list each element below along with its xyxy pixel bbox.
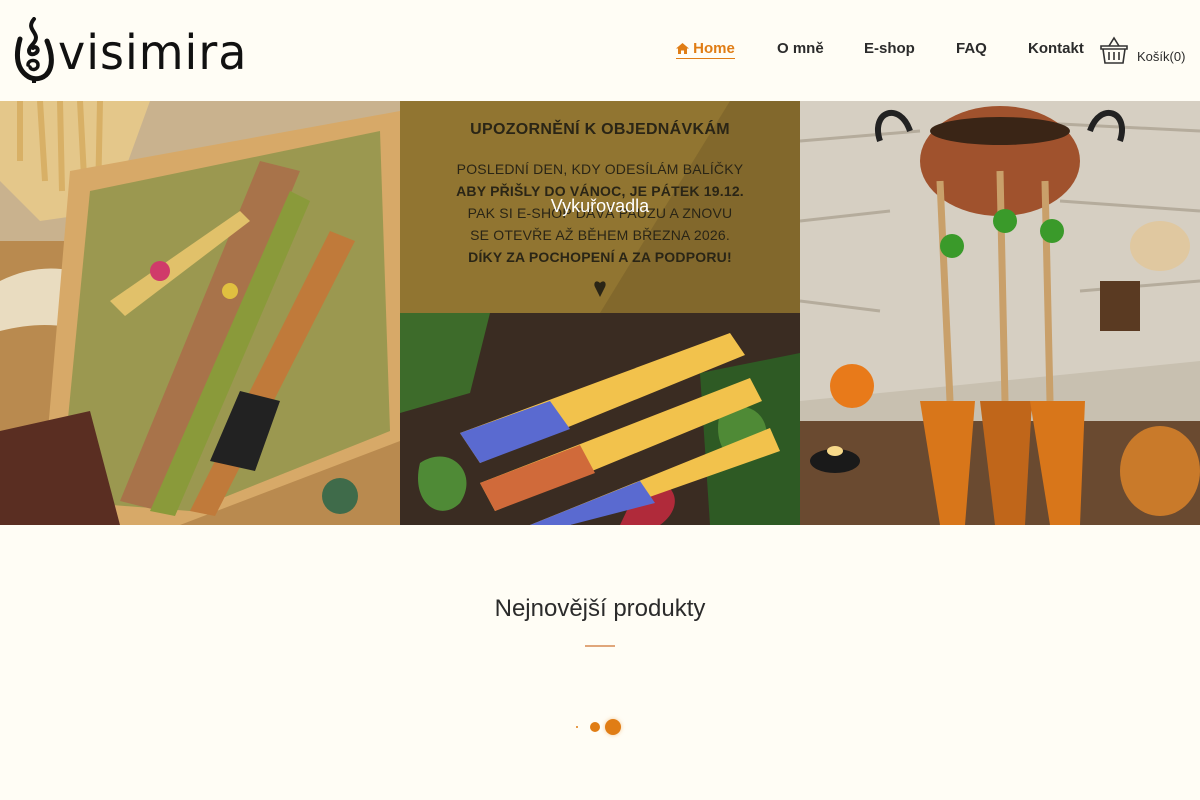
tile-candles-photo[interactable] bbox=[400, 313, 800, 525]
notice-line-4: SE OTEVŘE AŽ BĚHEM BŘEZNA 2026. bbox=[470, 227, 730, 243]
tile-cauldron-photo[interactable] bbox=[800, 101, 1200, 525]
cart-button[interactable]: Košík(0) bbox=[1100, 36, 1185, 69]
loader-dot-small bbox=[576, 726, 578, 728]
category-label[interactable]: Vykuřovadla bbox=[400, 196, 800, 217]
notice-line-1: POSLEDNÍ DEN, KDY ODESÍLÁM BALÍČKY bbox=[456, 161, 744, 177]
main-nav: Home O mně E-shop FAQ Kontakt bbox=[0, 40, 1200, 64]
loader-dot-medium bbox=[590, 722, 600, 732]
site-header: visimira Home O mně E-shop FAQ Kontakt K… bbox=[0, 0, 1200, 101]
section-title: Nejnovější produkty bbox=[494, 595, 706, 622]
tile-smudge-box-photo[interactable] bbox=[0, 101, 400, 525]
notice-title: UPOZORNĚNÍ K OBJEDNÁVKÁM bbox=[470, 121, 730, 138]
loading-indicator bbox=[570, 716, 630, 738]
section-divider bbox=[585, 645, 615, 647]
cart-label: Košík(0) bbox=[1137, 49, 1186, 64]
nav-eshop[interactable]: E-shop bbox=[864, 40, 915, 57]
nav-home[interactable]: Home bbox=[676, 40, 735, 59]
home-icon bbox=[676, 40, 693, 57]
tile-order-notice[interactable]: UPOZORNĚNÍ K OBJEDNÁVKÁM POSLEDNÍ DEN, K… bbox=[400, 101, 800, 313]
notice-line-5: DÍKY ZA POCHOPENÍ A ZA PODPORU! bbox=[468, 249, 732, 265]
nav-contact[interactable]: Kontakt bbox=[1028, 40, 1084, 57]
nav-home-label: Home bbox=[693, 40, 735, 57]
nav-faq[interactable]: FAQ bbox=[956, 40, 987, 57]
basket-icon bbox=[1100, 36, 1128, 69]
nav-about[interactable]: O mně bbox=[777, 40, 824, 57]
loader-dot-large bbox=[605, 719, 621, 735]
